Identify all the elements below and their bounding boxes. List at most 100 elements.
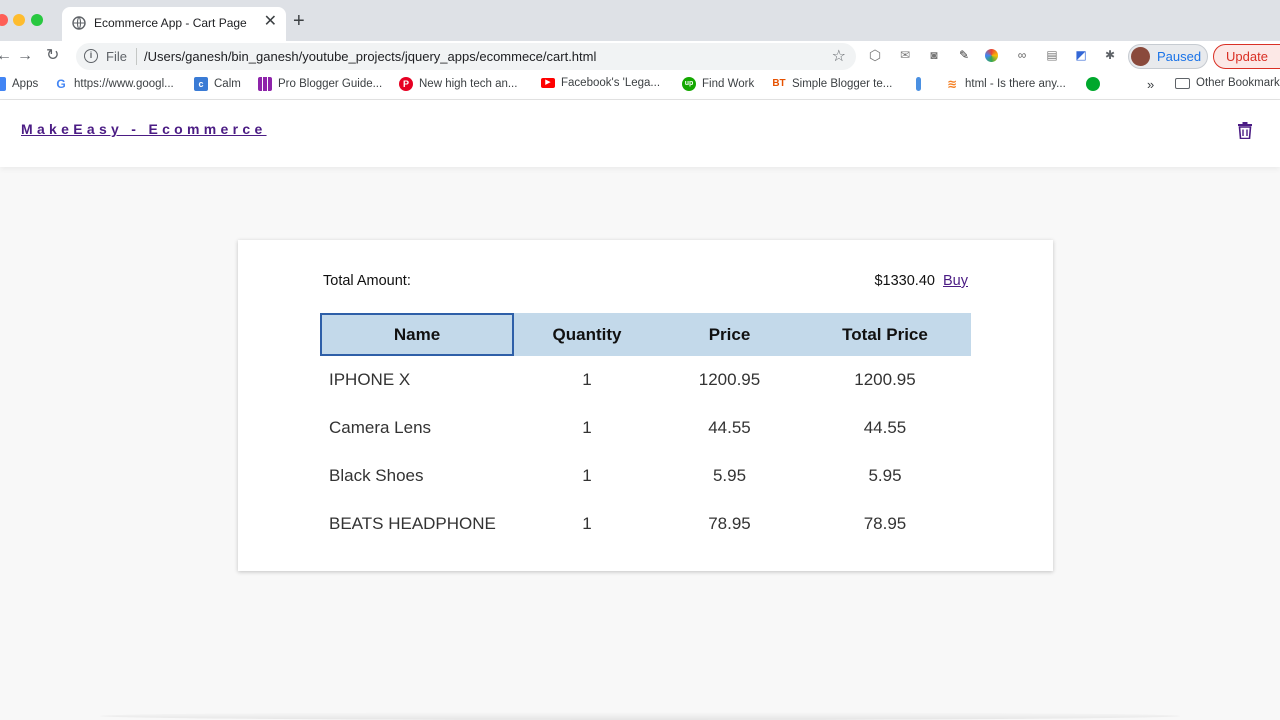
column-header-name[interactable]: Name (320, 313, 514, 356)
extensions-puzzle-icon[interactable]: ✱ (1102, 47, 1118, 63)
bookmark-label: New high tech an... (419, 78, 518, 90)
bookmark-mic[interactable] (916, 77, 921, 91)
product-total: 78.95 (863, 514, 907, 533)
folder-icon (1175, 77, 1190, 89)
stackoverflow-icon: ≋ (945, 77, 959, 91)
grid-icon (258, 77, 272, 91)
column-header-price[interactable]: Price (660, 313, 799, 356)
product-name: BEATS HEADPHONE (329, 514, 496, 533)
bookmark-label: Find Work (702, 78, 755, 90)
more-bookmarks-button[interactable]: » (1147, 77, 1154, 92)
bookmark-apps[interactable]: Apps (0, 77, 38, 91)
app-header: MakeEasy - Ecommerce (0, 100, 1280, 167)
product-total: 1200.95 (854, 370, 916, 389)
globe-icon (72, 16, 86, 30)
url-text[interactable]: /Users/ganesh/bin_ganesh/youtube_project… (144, 49, 596, 64)
window-minimize-button[interactable] (13, 14, 25, 26)
bookmark-stackoverflow[interactable]: ≋ html - Is there any... (945, 77, 1066, 91)
product-quantity: 1 (582, 514, 592, 533)
browser-tab-active[interactable]: Ecommerce App - Cart Page ✕ (62, 7, 286, 41)
tab-title: Ecommerce App - Cart Page (94, 16, 247, 30)
bookmark-label: Facebook's 'Lega... (561, 77, 661, 89)
upwork-icon: up (682, 77, 696, 91)
bookmark-star-icon[interactable]: ☆ (832, 46, 846, 66)
avatar (1131, 47, 1150, 66)
pinterest-icon: P (399, 77, 413, 91)
extension-color-wheel-icon[interactable] (985, 49, 998, 62)
product-total: 44.55 (863, 418, 907, 437)
table-row: IPHONE X 1 1200.95 1200.95 (320, 356, 971, 404)
google-icon: G (54, 77, 68, 91)
youtube-icon: ▶ (541, 78, 555, 88)
extension-glasses-icon[interactable]: ∞ (1014, 47, 1030, 63)
product-price: 1200.95 (698, 370, 761, 389)
table-row: Black Shoes 1 5.95 5.95 (320, 452, 971, 500)
product-price: 44.55 (708, 418, 751, 437)
reload-icon[interactable]: ↻ (46, 46, 59, 66)
product-name: IPHONE X (329, 370, 411, 389)
extension-squares-icon[interactable]: ◩ (1073, 47, 1089, 63)
total-amount-label: Total Amount: (323, 273, 411, 289)
tab-close-icon[interactable]: ✕ (264, 13, 277, 31)
bookmark-google[interactable]: G https://www.googl... (54, 77, 174, 91)
cart-table: Name Quantity Price Total Price IPHONE X… (320, 313, 971, 548)
forward-arrow-icon[interactable]: → (17, 46, 33, 66)
update-label: Update (1226, 49, 1268, 64)
bookmark-blogger[interactable]: BT Simple Blogger te... (772, 77, 892, 91)
profile-status: Paused (1157, 49, 1202, 64)
trash-icon[interactable] (1237, 122, 1253, 139)
file-scheme-label: File (106, 49, 127, 64)
extension-mail-icon[interactable]: ✉ (897, 47, 913, 63)
other-bookmarks-folder[interactable]: Other Bookmarks (1175, 77, 1280, 89)
apps-grid-icon (0, 77, 6, 91)
bookmark-problogger[interactable]: Pro Blogger Guide... (258, 77, 382, 91)
address-bar[interactable]: i File /Users/ganesh/bin_ganesh/youtube_… (76, 43, 856, 70)
bookmark-label: Calm (214, 78, 241, 90)
extension-cube-icon[interactable]: ⬡ (867, 47, 883, 63)
table-header-row: Name Quantity Price Total Price (320, 313, 971, 356)
profile-button[interactable]: Paused (1128, 44, 1208, 69)
bookmark-label: Simple Blogger te... (792, 78, 893, 90)
bookmark-upwork[interactable]: up Find Work (682, 77, 754, 91)
bookmark-label: Other Bookmarks (1196, 77, 1280, 89)
bookmark-calm[interactable]: c Calm (194, 77, 241, 91)
product-total: 5.95 (868, 466, 902, 485)
omnibox-divider (136, 48, 137, 65)
cart-card: Total Amount: $1330.40 Buy Name Quantity… (238, 240, 1053, 571)
brand-link[interactable]: MakeEasy - Ecommerce (21, 121, 267, 137)
evernote-icon (1086, 77, 1100, 91)
new-tab-button[interactable]: + (293, 10, 305, 32)
info-icon[interactable]: i (84, 49, 98, 63)
page-content: MakeEasy - Ecommerce Total Amount: $1330… (0, 100, 1280, 720)
table-row: BEATS HEADPHONE 1 78.95 78.95 (320, 500, 971, 548)
calm-icon: c (194, 77, 208, 91)
column-header-quantity[interactable]: Quantity (514, 313, 660, 356)
product-price: 78.95 (708, 514, 751, 533)
microphone-icon (916, 77, 921, 91)
update-button[interactable]: Update (1213, 44, 1280, 69)
bookmark-pinterest[interactable]: P New high tech an... (399, 77, 517, 91)
product-name: Camera Lens (329, 418, 432, 437)
product-quantity: 1 (582, 418, 592, 437)
window-close-button[interactable] (0, 14, 8, 26)
bookmark-evernote[interactable] (1086, 77, 1106, 91)
extension-eyedropper-icon[interactable]: ✎ (956, 47, 972, 63)
extension-camera-icon[interactable]: ◙ (926, 47, 942, 63)
bookmark-label: html - Is there any... (965, 78, 1066, 90)
column-header-total-price[interactable]: Total Price (799, 313, 971, 356)
product-quantity: 1 (582, 466, 592, 485)
browser-tabstrip: Ecommerce App - Cart Page ✕ + (0, 0, 1280, 41)
window-zoom-button[interactable] (31, 14, 43, 26)
back-arrow-icon[interactable]: ← (0, 46, 12, 66)
bookmarks-bar: Apps G https://www.googl... c Calm Pro B… (0, 72, 1280, 100)
bookmark-label: Pro Blogger Guide... (278, 78, 383, 90)
bookmark-label: https://www.googl... (74, 78, 174, 90)
bookmark-youtube[interactable]: ▶ Facebook's 'Lega... (541, 77, 660, 89)
extension-document-icon[interactable]: ▤ (1044, 47, 1060, 63)
total-amount-value: $1330.40 (874, 273, 935, 289)
product-price: 5.95 (712, 466, 747, 485)
total-amount-group: $1330.40 Buy (874, 273, 968, 289)
table-row: Camera Lens 1 44.55 44.55 (320, 404, 971, 452)
buy-link[interactable]: Buy (943, 273, 968, 289)
bookmark-label: Apps (12, 78, 39, 90)
